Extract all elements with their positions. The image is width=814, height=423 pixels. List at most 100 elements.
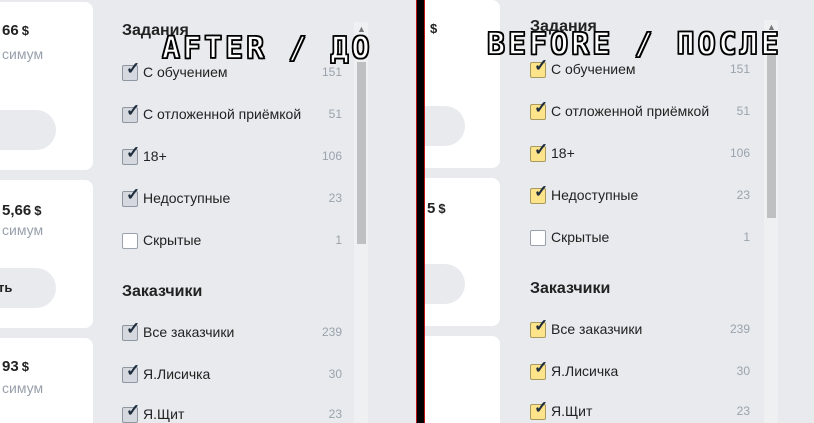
checkbox[interactable] xyxy=(122,233,138,249)
filter-row-client[interactable]: ✓ Я.Щит 23 xyxy=(122,402,342,423)
filter-row-client[interactable]: ✓ Я.Щит 23 xyxy=(530,399,750,423)
filter-count: 1 xyxy=(743,230,750,244)
scrollbar-thumb[interactable] xyxy=(767,50,776,218)
filter-label: Скрытые xyxy=(143,232,202,248)
check-icon: ✓ xyxy=(126,185,141,204)
scrollbar[interactable]: ▲ xyxy=(764,20,778,423)
task-card[interactable]: 93 $ симум xyxy=(0,338,93,423)
check-icon: ✓ xyxy=(534,358,549,377)
checkbox[interactable]: ✓ xyxy=(122,102,140,123)
checkbox[interactable]: ✓ xyxy=(530,99,548,120)
task-card[interactable]: 5,66$ симум ить xyxy=(0,180,93,328)
card-price: 93 $ xyxy=(2,358,29,375)
filter-count: 23 xyxy=(328,191,342,205)
filter-label: С отложенной приёмкой xyxy=(551,103,710,119)
filter-count: 1 xyxy=(335,233,342,247)
card-price: $ xyxy=(430,21,438,36)
filter-label: С обучением xyxy=(143,64,228,80)
filter-row-hidden[interactable]: Скрытые 1 xyxy=(122,230,342,254)
scrollbar-thumb[interactable] xyxy=(357,62,366,244)
checkbox[interactable]: ✓ xyxy=(122,186,140,207)
filter-label: 18+ xyxy=(551,145,575,161)
task-card[interactable]: $ xyxy=(425,0,500,168)
filter-count: 239 xyxy=(729,322,750,336)
filter-row-all-clients[interactable]: ✓ Все заказчики 239 xyxy=(530,317,750,343)
checkbox[interactable]: ✓ xyxy=(530,317,548,338)
filter-row-deferred[interactable]: ✓ С отложенной приёмкой 51 xyxy=(530,99,750,125)
task-card[interactable] xyxy=(425,336,500,423)
filter-count: 51 xyxy=(736,104,750,118)
card-sublabel: симум xyxy=(2,380,44,396)
filter-label: С обучением xyxy=(551,61,636,77)
filter-row-client[interactable]: ✓ Я.Лисичка 30 xyxy=(122,362,342,388)
filter-row-unavailable[interactable]: ✓ Недоступные 23 xyxy=(530,183,750,209)
before-panel: $ 5 $ Задания ✓ С обучением 151 ✓ С отлож… xyxy=(425,0,814,423)
filter-row-hidden[interactable]: Скрытые 1 xyxy=(530,227,750,251)
check-icon: ✓ xyxy=(126,59,141,78)
filter-row-training[interactable]: ✓ С обучением 151 xyxy=(530,57,750,83)
filter-row-adult[interactable]: ✓ 18+ 106 xyxy=(122,144,342,170)
task-card[interactable]: 66$ симум е xyxy=(0,2,93,170)
filter-row-adult[interactable]: ✓ 18+ 106 xyxy=(530,141,750,167)
section-title-clients: Заказчики xyxy=(122,283,203,300)
filter-row-deferred[interactable]: ✓ С отложенной приёмкой 51 xyxy=(122,102,342,128)
card-action-button[interactable] xyxy=(425,106,465,146)
filter-count: 151 xyxy=(321,65,342,79)
check-icon: ✓ xyxy=(534,316,549,335)
filter-label: 18+ xyxy=(143,148,167,164)
filter-count: 106 xyxy=(321,149,342,163)
scrollbar[interactable]: ▲ xyxy=(354,22,368,423)
filter-count: 106 xyxy=(729,146,750,160)
check-icon: ✓ xyxy=(534,140,549,159)
filter-row-all-clients[interactable]: ✓ Все заказчики 239 xyxy=(122,320,342,346)
filter-label: Недоступные xyxy=(551,187,639,203)
filter-label: С отложенной приёмкой xyxy=(143,106,302,122)
filters-panel: Задания ✓ С обучением 151 ✓ С отложенной… xyxy=(530,0,750,423)
check-icon: ✓ xyxy=(126,361,141,380)
check-icon: ✓ xyxy=(126,143,141,162)
filter-label: Я.Лисичка xyxy=(551,363,619,379)
checkbox[interactable]: ✓ xyxy=(122,402,140,423)
check-icon: ✓ xyxy=(534,182,549,201)
filter-count: 23 xyxy=(736,188,750,202)
section-title-clients: Заказчики xyxy=(530,280,611,297)
card-price: 5 $ xyxy=(427,200,446,217)
checkbox[interactable]: ✓ xyxy=(122,144,140,165)
card-action-button[interactable]: е xyxy=(0,110,56,150)
check-icon: ✓ xyxy=(126,101,141,120)
checkbox[interactable]: ✓ xyxy=(530,141,548,162)
filter-label: Я.Щит xyxy=(143,406,185,422)
filter-count: 51 xyxy=(328,107,342,121)
check-icon: ✓ xyxy=(126,401,141,420)
checkbox[interactable] xyxy=(530,230,546,246)
filter-count: 30 xyxy=(328,367,342,381)
check-icon: ✓ xyxy=(534,98,549,117)
filter-row-client[interactable]: ✓ Я.Лисичка 30 xyxy=(530,359,750,385)
check-icon: ✓ xyxy=(534,398,549,417)
card-action-button[interactable] xyxy=(425,264,465,304)
task-card[interactable]: 5 $ xyxy=(425,178,500,326)
card-sublabel: симум xyxy=(2,46,44,62)
checkbox[interactable]: ✓ xyxy=(530,359,548,380)
checkbox[interactable]: ✓ xyxy=(122,362,140,383)
check-icon: ✓ xyxy=(126,319,141,338)
filter-label: Скрытые xyxy=(551,229,610,245)
filter-label: Я.Лисичка xyxy=(143,366,211,382)
before-caption: BEFORE / ПОСЛЕ xyxy=(486,26,782,62)
filter-count: 23 xyxy=(736,404,750,418)
checkbox[interactable]: ✓ xyxy=(122,320,140,341)
card-price: 5,66 $ xyxy=(2,202,42,219)
card-action-button[interactable]: ить xyxy=(0,268,56,308)
after-caption: AFTER / ДО xyxy=(161,30,373,66)
checkbox[interactable]: ✓ xyxy=(530,57,548,78)
filter-label: Я.Щит xyxy=(551,403,593,419)
checkbox[interactable]: ✓ xyxy=(122,60,140,81)
card-price: 66 $ xyxy=(2,22,29,39)
card-sublabel: симум xyxy=(2,222,44,238)
filter-count: 30 xyxy=(736,364,750,378)
checkbox[interactable]: ✓ xyxy=(530,183,548,204)
filter-label: Все заказчики xyxy=(551,321,643,337)
filter-count: 151 xyxy=(729,62,750,76)
filter-row-unavailable[interactable]: ✓ Недоступные 23 xyxy=(122,186,342,212)
checkbox[interactable]: ✓ xyxy=(530,399,548,420)
